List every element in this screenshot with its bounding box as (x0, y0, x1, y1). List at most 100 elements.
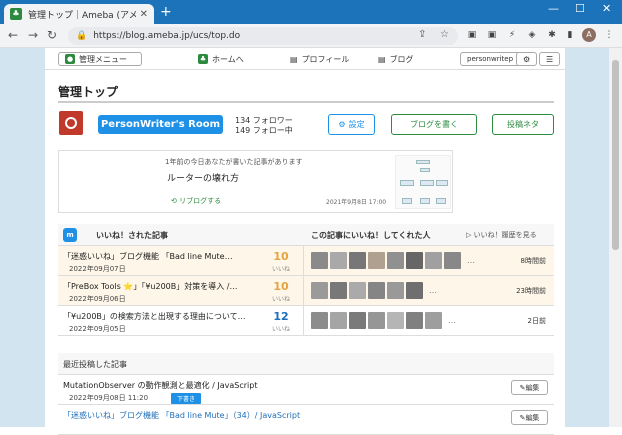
shield-icon[interactable]: ◈ (526, 29, 538, 41)
profile-link[interactable]: ▤ プロフィール (290, 52, 349, 66)
kebab-menu-icon[interactable]: ⋮ (603, 29, 615, 41)
post-ideas-button[interactable]: 投稿ネタ (492, 114, 554, 135)
liked-article-title[interactable]: 「PreBox Tools ⭐」「¥u200B」対策を導入 /… (63, 281, 258, 292)
likes-history-link[interactable]: ▷ いいね！履歴を見る (466, 230, 537, 240)
like-count: 10 (273, 280, 289, 293)
hamburger-icon: ☰ (539, 52, 561, 66)
home-label: ホームへ (212, 54, 244, 64)
liker-avatar[interactable] (330, 252, 347, 269)
share-icon[interactable]: ⇪ (418, 29, 426, 40)
room-name-button[interactable]: PersonWriter's Room (98, 115, 223, 134)
url-bar[interactable]: 🔒 https://blog.ameba.jp/ucs/top.do ⇪ ☆ (68, 27, 458, 45)
viewport: ● 管理メニュー ♣ ホームへ ▤ プロフィール ▤ ブログ personwri… (0, 48, 622, 435)
top-navigation: ● 管理メニュー ♣ ホームへ ▤ プロフィール ▤ ブログ personwri… (45, 48, 565, 70)
user-id-label: personwritep (460, 52, 521, 66)
play-circle-icon: ▷ (466, 231, 474, 239)
puzzle-icon[interactable]: ✱ (546, 29, 558, 41)
browser-tabbar: ♣ 管理トップ｜Ameba (アメーバ) ✕ + — ☐ ✕ (0, 0, 622, 24)
more-ellipsis: … (467, 256, 475, 265)
address-bar: ← → ↻ 🔒 https://blog.ameba.jp/ucs/top.do… (0, 24, 622, 48)
gear-icon: ⚙ (516, 52, 538, 66)
liked-article-title[interactable]: 「¥u200B」の検索方法と出現する理由について… (63, 311, 258, 322)
maximize-icon[interactable]: ☐ (575, 2, 585, 15)
profile-image[interactable] (59, 111, 83, 135)
likes-row[interactable]: 「PreBox Tools ⭐」「¥u200B」対策を導入 /… 2022年09… (58, 276, 554, 306)
new-tab-icon[interactable]: + (160, 4, 172, 20)
recent-post-title[interactable]: 「迷惑いいね」ブログ機能 「Bad line Mute」（34）/ JavaSc… (63, 410, 300, 421)
liker-avatar[interactable] (330, 312, 347, 329)
home-link[interactable]: ♣ ホームへ (198, 52, 244, 66)
back-icon[interactable]: ← (8, 28, 18, 42)
minimize-icon[interactable]: — (548, 2, 559, 15)
extension-icon[interactable]: ▣ (466, 29, 478, 41)
liker-avatar[interactable] (406, 282, 423, 299)
ameba-favicon-icon: ♣ (10, 8, 22, 20)
liker-avatar[interactable] (425, 312, 442, 329)
admin-menu-button[interactable]: ● 管理メニュー (58, 52, 142, 66)
liker-avatar[interactable] (444, 252, 461, 269)
recent-post-date: 2022年09月08日 11:20 (69, 394, 149, 402)
liker-avatar[interactable] (311, 282, 328, 299)
forward-icon[interactable]: → (28, 28, 38, 42)
memory-thumbnail[interactable] (395, 155, 451, 209)
hamburger-menu-button[interactable]: ☰ (539, 52, 561, 66)
following-count[interactable]: 149 フォロー中 (235, 125, 293, 136)
extension-icon[interactable]: ▣ (486, 29, 498, 41)
user-id-button[interactable]: personwritep (460, 52, 521, 66)
more-ellipsis: … (429, 286, 437, 295)
scrollbar-thumb[interactable] (612, 60, 619, 250)
liker-avatar[interactable] (406, 312, 423, 329)
blog-link[interactable]: ▤ ブログ (378, 52, 414, 66)
liker-avatar[interactable] (330, 282, 347, 299)
extension-icon[interactable]: ⚡ (506, 29, 518, 41)
liker-avatar[interactable] (349, 312, 366, 329)
liker-avatar[interactable] (311, 252, 328, 269)
profile-avatar[interactable]: A (582, 28, 596, 42)
liker-avatars: … (311, 312, 456, 329)
liker-avatar[interactable] (349, 282, 366, 299)
liker-avatar[interactable] (387, 312, 404, 329)
settings-button[interactable]: ⚙ 設定 (328, 114, 375, 135)
liker-avatar[interactable] (387, 282, 404, 299)
close-tab-icon[interactable]: ✕ (140, 9, 148, 20)
liked-ago: 23時間前 (516, 287, 546, 295)
liker-avatar[interactable] (368, 282, 385, 299)
draft-badge: 下書き (171, 393, 202, 404)
recent-post-row[interactable]: 「迷惑いいね」ブログ機能 「Bad line Mute」（34）/ JavaSc… (58, 405, 554, 435)
liker-avatar[interactable] (387, 252, 404, 269)
likers-title: この記事にいいね！してくれた人 (311, 231, 431, 240)
likes-row[interactable]: 「迷惑いいね」ブログ機能 「Bad line Mute… 2022年09月07日… (58, 246, 554, 276)
liked-article-date: 2022年09月07日 (69, 265, 126, 273)
write-blog-button[interactable]: ブログを書く (391, 114, 477, 135)
edit-button[interactable]: ✎ 編集 (511, 380, 548, 395)
page-title: 管理トップ (58, 85, 119, 99)
memory-card[interactable]: 1年前の今日あなたが書いた記事があります ルーターの壊れ方 ⟲ リブログする 2… (58, 150, 453, 213)
memory-title[interactable]: ルーターの壊れ方 (167, 171, 239, 184)
recent-post-row[interactable]: MutationObserver の動作観測と最適化 / JavaScript … (58, 375, 554, 405)
liker-avatar[interactable] (349, 252, 366, 269)
profile-label: プロフィール (301, 54, 350, 64)
liker-avatar[interactable] (406, 252, 423, 269)
reload-icon[interactable]: ↻ (47, 28, 57, 42)
tab-title: 管理トップ｜Ameba (アメーバ) (28, 10, 136, 21)
liker-avatar[interactable] (311, 312, 328, 329)
like-count-label: いいね (271, 326, 290, 333)
recent-posts-section: 最近投稿した記事 MutationObserver の動作観測と最適化 / Ja… (58, 353, 554, 435)
liker-avatar[interactable] (425, 252, 442, 269)
liker-avatar[interactable] (368, 252, 385, 269)
close-window-icon[interactable]: ✕ (602, 2, 611, 15)
browser-tab[interactable]: ♣ 管理トップ｜Ameba (アメーバ) ✕ (4, 4, 154, 24)
url-text: https://blog.ameba.jp/ucs/top.do (93, 31, 241, 41)
edit-button[interactable]: ✎ 編集 (511, 410, 548, 425)
likes-row[interactable]: 「¥u200B」の検索方法と出現する理由について… 2022年09月05日 12… (58, 306, 554, 336)
sidepanel-icon[interactable]: ▮ (564, 29, 576, 41)
reblog-link[interactable]: ⟲ リブログする (171, 196, 221, 206)
recent-post-title[interactable]: MutationObserver の動作観測と最適化 / JavaScript (63, 380, 257, 391)
liked-article-title[interactable]: 「迷惑いいね」ブログ機能 「Bad line Mute… (63, 251, 258, 262)
gear-icon: ⚙ (338, 120, 346, 129)
settings-gear-button[interactable]: ⚙ (516, 52, 538, 66)
bookmark-star-icon[interactable]: ☆ (440, 29, 449, 40)
liker-avatar[interactable] (368, 312, 385, 329)
page-scrollbar[interactable] (609, 48, 622, 427)
liked-article-date: 2022年09月05日 (69, 325, 126, 333)
